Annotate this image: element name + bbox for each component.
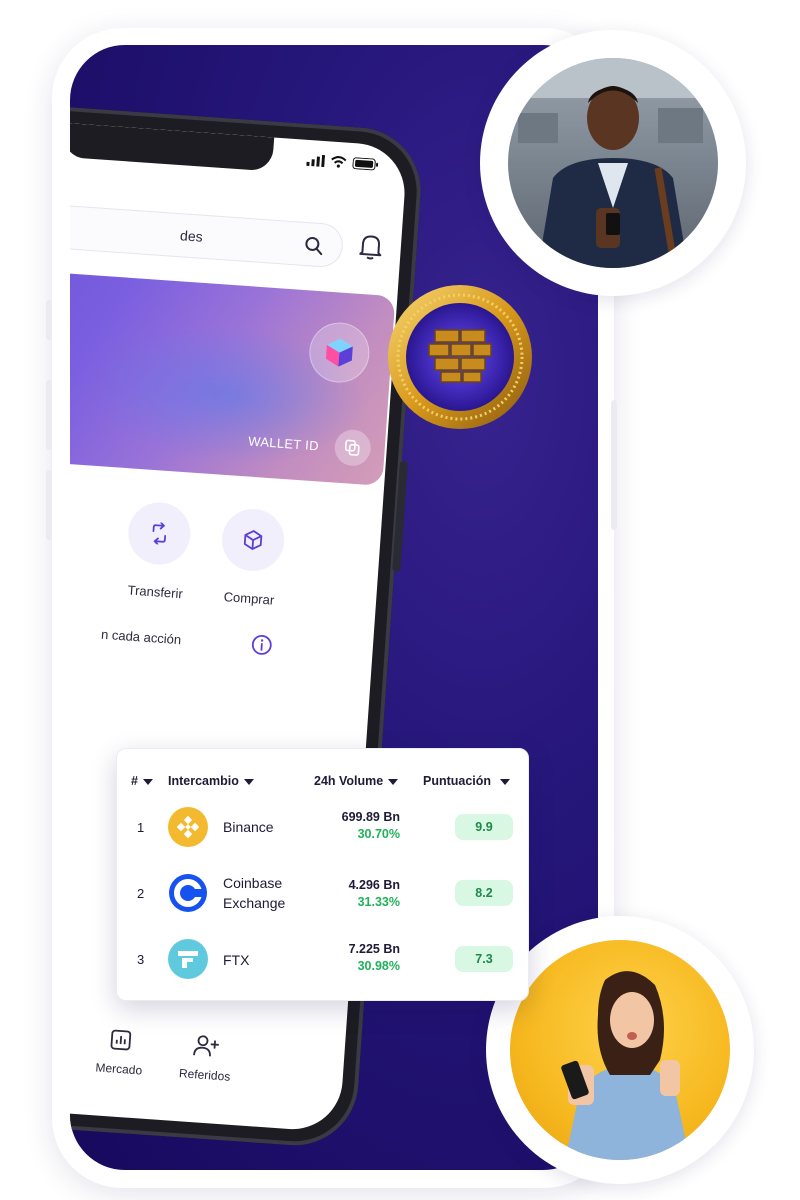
volume-change: 31.33% (357, 895, 400, 909)
wallet-card[interactable]: WALLET ID (70, 267, 396, 486)
volume-cell: 4.296 Bn 31.33% (349, 877, 400, 911)
info-icon[interactable] (250, 633, 273, 656)
user-photo-man (480, 30, 746, 296)
chevron-down-icon (243, 778, 254, 785)
bell-icon[interactable] (358, 232, 384, 262)
buy-label: Comprar (223, 589, 275, 608)
cube-icon (243, 530, 263, 550)
header-rank[interactable]: # (131, 774, 153, 788)
ftx-mark-icon (178, 951, 198, 968)
transfer-action[interactable]: Transferir (110, 499, 207, 602)
woman-photo (510, 940, 730, 1160)
transfer-label: Transferir (127, 582, 184, 602)
row-rank: 1 (137, 820, 145, 835)
copy-icon (344, 439, 360, 456)
frame-side-button (46, 380, 52, 450)
nav-market[interactable]: Mercado (78, 1026, 161, 1078)
phone-notch (70, 122, 275, 172)
rewards-info-text: n cada acción (100, 626, 182, 648)
volume-amount: 7.225 Bn (348, 942, 400, 956)
score-badge: 8.2 (455, 880, 513, 906)
search-input[interactable]: des (70, 199, 345, 269)
cube-logo-icon (325, 338, 353, 367)
volume-cell: 7.225 Bn 30.98% (349, 941, 400, 975)
ftx-logo-icon (168, 939, 208, 979)
binance-diamond-icon (176, 815, 200, 839)
header-volume-label: 24h Volume (314, 774, 384, 788)
buy-action-circle (219, 506, 287, 574)
chevron-down-icon (500, 778, 511, 785)
nav-referrals-label: Referidos (178, 1066, 231, 1084)
copy-button[interactable] (333, 428, 372, 467)
battery-icon (352, 157, 379, 171)
binance-logo-icon (168, 807, 208, 847)
transfer-action-circle (126, 500, 193, 567)
cube-badge (307, 320, 372, 385)
volume-amount: 4.296 Bn (348, 878, 400, 892)
score-badge: 7.3 (455, 946, 513, 972)
exchange-name-line2: Exchange (223, 895, 286, 911)
header-rank-label: # (131, 774, 138, 788)
man-figure-icon (508, 58, 718, 268)
frame-side-button (46, 300, 52, 340)
volume-change: 30.70% (357, 827, 400, 841)
header-volume[interactable]: 24h Volume (314, 774, 399, 788)
row-rank: 3 (137, 952, 145, 967)
header-score-label: Puntuación (423, 774, 492, 788)
search-icon[interactable] (303, 235, 324, 256)
exchange-table: # Intercambio 24h Volume Puntuación 1 Bi… (116, 748, 529, 1001)
man-photo (508, 58, 718, 268)
search-text: des (179, 227, 204, 245)
table-row[interactable]: 2 Coinbase Exchange 4.296 Bn 31.33% 8.2 (117, 863, 528, 923)
header-score[interactable]: Puntuación (423, 774, 511, 788)
buy-action[interactable]: Comprar (204, 506, 301, 609)
signal-icon (306, 154, 326, 168)
table-row[interactable]: 3 FTX 7.225 Bn 30.98% 7.3 (117, 931, 528, 991)
chevron-down-icon (142, 778, 153, 785)
table-row[interactable]: 1 Binance 699.89 Bn 30.70% 9.9 (117, 797, 528, 857)
exchange-name[interactable]: Coinbase Exchange (223, 873, 285, 913)
exchange-name[interactable]: Binance (223, 817, 274, 837)
header-exchange[interactable]: Intercambio (168, 774, 254, 788)
woman-figure-icon (561, 971, 690, 1160)
volume-change: 30.98% (357, 959, 400, 973)
frame-side-button (611, 400, 617, 530)
phone-side-button (392, 461, 408, 572)
volume-cell: 699.89 Bn 30.70% (342, 809, 400, 843)
nav-referrals[interactable]: Referidos (164, 1032, 247, 1084)
header-exchange-label: Intercambio (168, 774, 239, 788)
score-badge: 9.9 (455, 814, 513, 840)
exchange-name[interactable]: FTX (223, 950, 249, 970)
nav-market-label: Mercado (95, 1060, 143, 1078)
add-user-icon (193, 1035, 219, 1057)
chevron-down-icon (388, 778, 399, 785)
coinbase-logo-icon (168, 873, 208, 913)
volume-amount: 699.89 Bn (341, 810, 400, 824)
row-rank: 2 (137, 886, 145, 901)
status-bar (306, 154, 379, 171)
wallet-id-label: WALLET ID (247, 433, 320, 454)
chart-icon (110, 1029, 132, 1051)
wifi-icon (331, 156, 347, 168)
transfer-icon (152, 521, 167, 546)
exchange-name-line1: Coinbase (223, 875, 283, 891)
gold-coin-icon (388, 285, 532, 429)
coinbase-c-icon (169, 874, 207, 912)
frame-side-button (46, 470, 52, 540)
